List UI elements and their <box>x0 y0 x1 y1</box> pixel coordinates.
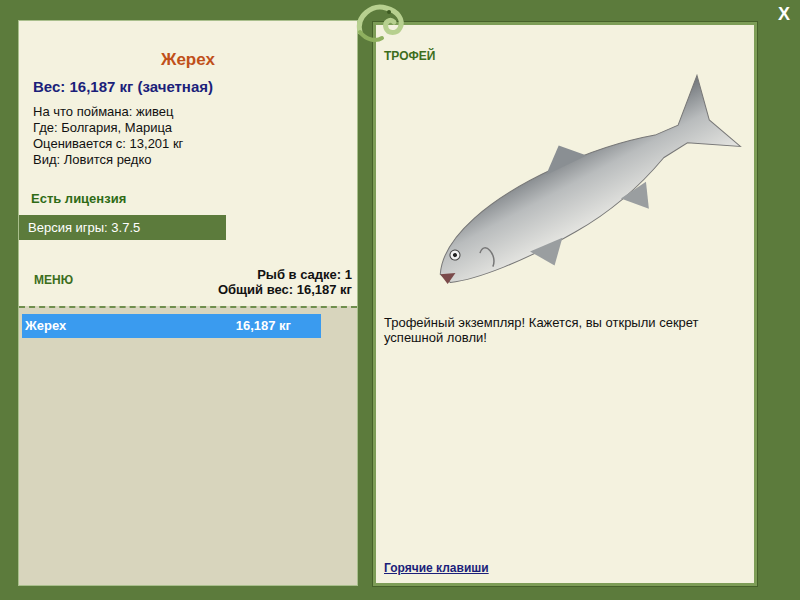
fish-detail: На что поймана: живец <box>33 104 357 120</box>
trophy-window: Жерех Вес: 16,187 кг (зачетная) На что п… <box>0 0 800 600</box>
lizard-logo-icon <box>352 2 412 46</box>
trophy-message: Трофейный экземпляр! Кажется, вы открыли… <box>384 315 746 345</box>
keepnet-list: Жерех 16,187 кг <box>19 306 357 585</box>
license-status: Есть лицензия <box>19 189 357 209</box>
version-bar: Версия игры: 3.7.5 <box>19 215 226 241</box>
menu-button[interactable]: МЕНЮ <box>34 271 73 289</box>
fish-detail: Вид: Ловится редко <box>33 152 357 168</box>
fish-detail: Оценивается с: 13,201 кг <box>33 136 357 152</box>
keepnet-row[interactable]: Жерех 16,187 кг <box>22 314 321 338</box>
fish-title: Жерех <box>19 47 357 73</box>
fish-weight: 16,187 кг <box>236 316 291 336</box>
fish-detail: Где: Болгария, Марица <box>33 120 357 136</box>
fish-icon <box>398 55 743 295</box>
info-panel: Жерех Вес: 16,187 кг (зачетная) На что п… <box>18 20 358 586</box>
fish-name: Жерех <box>25 316 66 336</box>
close-button[interactable]: X <box>778 5 790 23</box>
hotkeys-link[interactable]: Горячие клавиши <box>384 559 746 577</box>
total-weight: Общий вес: 16,187 кг <box>218 282 352 297</box>
trophy-panel: ТРОФЕЙ Трофейный экземпляр! Кажется <box>373 22 757 586</box>
trophy-label: ТРОФЕЙ <box>384 47 746 65</box>
fish-count: Рыб в садке: 1 <box>218 267 352 282</box>
fish-details: На что поймана: живецГде: Болгария, Мари… <box>19 104 357 168</box>
fish-weight: Вес: 16,187 кг (зачетная) <box>19 76 357 99</box>
